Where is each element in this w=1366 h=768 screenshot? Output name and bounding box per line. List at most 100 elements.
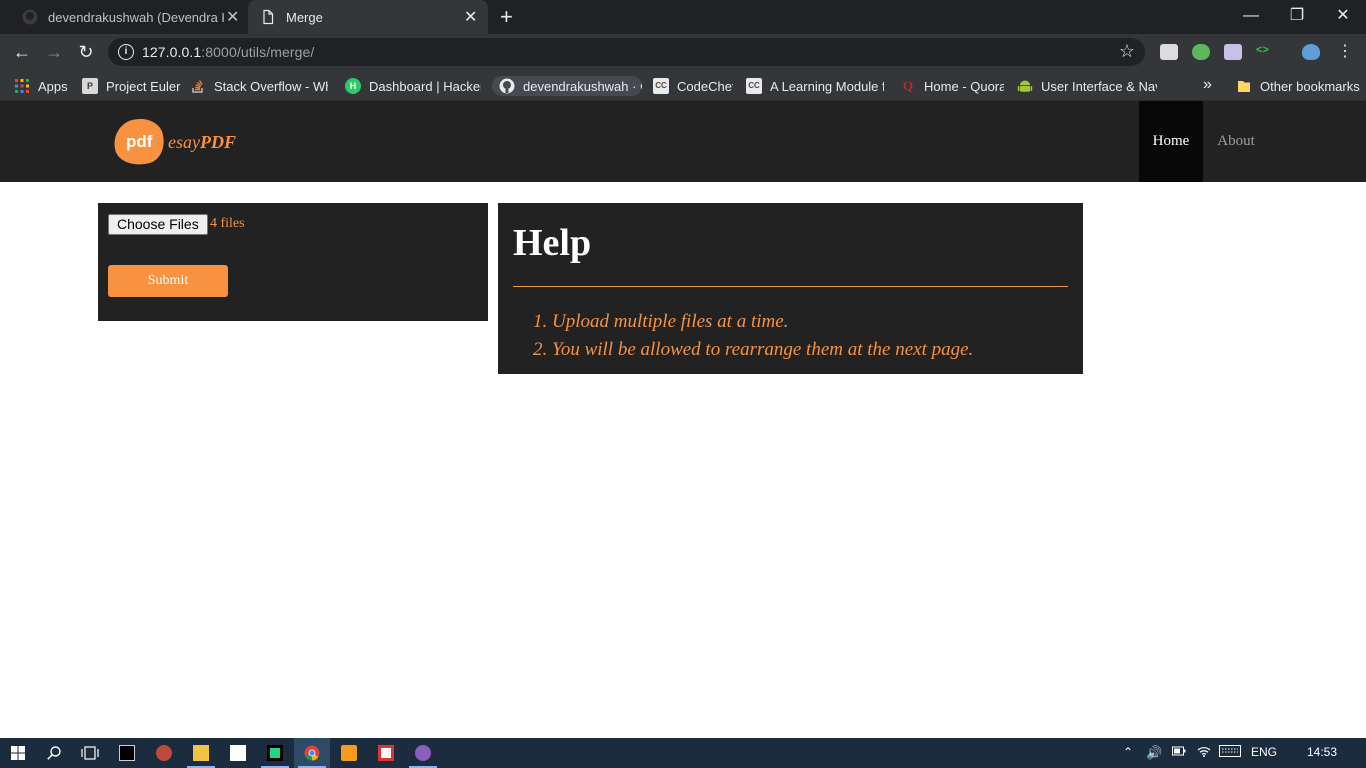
taskbar-app-red[interactable] (368, 738, 404, 768)
taskbar-app-game[interactable] (146, 738, 182, 768)
nav-home-link[interactable]: Home (1139, 101, 1203, 182)
page-icon (260, 9, 276, 25)
tab-github-profile[interactable]: devendrakushwah (Devendra Kus ✕ (0, 0, 248, 34)
new-tab-button[interactable]: + (500, 4, 513, 30)
info-icon[interactable]: i (118, 44, 134, 60)
bookmark-label: User Interface & Navi (1041, 78, 1157, 94)
help-divider (513, 286, 1068, 287)
restore-button[interactable]: ❐ (1274, 2, 1320, 30)
bookmark-label: CodeChef (677, 78, 733, 94)
submit-button[interactable]: Submit (108, 265, 228, 297)
windows-taskbar: ⌃ 🔊 ENG 14:53 (0, 738, 1366, 768)
close-window-button[interactable]: ✕ (1320, 2, 1366, 30)
taskbar-app-purple[interactable] (405, 738, 441, 768)
bookmark-label: Home - Quora (924, 78, 1004, 94)
windows-start-button[interactable] (0, 738, 36, 768)
taskbar-cmd[interactable] (109, 738, 145, 768)
search-icon (47, 746, 61, 760)
search-button[interactable] (36, 738, 72, 768)
red-app-icon (378, 745, 394, 761)
tray-chevron-up-icon[interactable]: ⌃ (1123, 745, 1133, 759)
other-bookmarks-folder[interactable]: Other bookmarks (1236, 76, 1362, 96)
upload-form-panel: Choose Files 4 files Submit (98, 203, 488, 321)
bookmarks-bar: Apps P Project Euler Stack Overflow - Wh… (0, 70, 1366, 101)
url-text[interactable]: 127.0.0.1:8000/utils/merge/ (142, 44, 314, 60)
bookmark-github[interactable]: devendrakushwah · G (492, 76, 642, 96)
selected-file-count: 4 files (210, 216, 245, 231)
wifi-icon[interactable] (1197, 745, 1211, 760)
taskbar-chrome[interactable] (294, 738, 330, 768)
terminal-icon (119, 745, 135, 761)
github-icon (22, 9, 38, 25)
bookmark-quora[interactable]: Q Home - Quora (900, 76, 1004, 96)
logo-badge-text: pdf (125, 132, 153, 151)
bookmark-android-ui[interactable]: User Interface & Navi (1017, 76, 1157, 96)
taskbar-file-explorer[interactable] (183, 738, 219, 768)
help-item: 1. Upload multiple files at a time. (533, 311, 789, 332)
extension-cube-icon[interactable] (1160, 44, 1178, 60)
bookmark-learning-module[interactable]: CC A Learning Module fo (746, 76, 884, 96)
tab-title: devendrakushwah (Devendra Kus (48, 9, 224, 25)
logo-name-bold: PDF (199, 131, 236, 152)
more-bookmarks-chevron-icon[interactable]: » (1203, 76, 1212, 94)
tab-merge[interactable]: Merge ✕ (248, 0, 488, 34)
github-icon (499, 78, 515, 94)
task-view-icon (81, 746, 99, 760)
pdf-logo-icon: pdf (109, 113, 169, 171)
quora-icon: Q (902, 78, 914, 93)
keyboard-icon[interactable] (1219, 745, 1241, 760)
bookmark-label: Other bookmarks (1260, 78, 1360, 94)
bookmark-star-icon[interactable]: ☆ (1119, 41, 1135, 62)
bookmark-project-euler[interactable]: P Project Euler (82, 76, 182, 96)
language-indicator[interactable]: ENG (1251, 745, 1277, 759)
browser-tab-strip: devendrakushwah (Devendra Kus ✕ Merge ✕ … (0, 0, 1366, 34)
taskbar-sublime[interactable] (331, 738, 367, 768)
taskbar-pycharm[interactable] (257, 738, 293, 768)
profile-avatar-icon[interactable] (1302, 44, 1320, 60)
url-path: :8000/utils/merge/ (201, 44, 315, 60)
taskbar-store[interactable] (220, 738, 256, 768)
stackoverflow-icon (190, 78, 206, 94)
bookmark-label: devendrakushwah · G (523, 78, 642, 94)
close-tab-icon[interactable]: ✕ (464, 7, 477, 27)
extension-pdf-icon[interactable] (1224, 44, 1242, 60)
reload-button[interactable]: ↻ (74, 40, 98, 64)
clock-time[interactable]: 14:53 (1307, 745, 1337, 759)
minimize-button[interactable]: — (1228, 2, 1274, 30)
battery-icon[interactable] (1172, 745, 1186, 759)
close-tab-icon[interactable]: ✕ (226, 7, 239, 27)
chrome-menu-icon[interactable]: ⋮ (1333, 40, 1357, 64)
task-view-button[interactable] (72, 738, 108, 768)
extension-code-icon[interactable]: <> (1256, 44, 1274, 60)
windows-logo-icon (11, 746, 25, 760)
apps-grid-icon (14, 78, 30, 94)
android-icon (1017, 78, 1033, 94)
bookmark-label: Stack Overflow - Whe (214, 78, 328, 94)
tab-title: Merge (286, 9, 323, 25)
store-icon (230, 745, 246, 761)
extension-js-icon[interactable] (1192, 44, 1210, 60)
project-euler-icon: P (82, 78, 98, 94)
sublime-text-icon (341, 745, 357, 761)
volume-icon[interactable]: 🔊 (1146, 745, 1162, 761)
bookmark-hackerrank[interactable]: H Dashboard | HackerR (345, 76, 481, 96)
help-title: Help (513, 222, 592, 264)
choose-files-button[interactable]: Choose Files (108, 214, 208, 235)
purple-app-icon (415, 745, 431, 761)
address-bar[interactable]: i 127.0.0.1:8000/utils/merge/ ☆ (108, 38, 1145, 66)
site-navbar: pdf esayPDF Home About (0, 101, 1366, 182)
site-logo[interactable]: pdf esayPDF (109, 113, 236, 171)
folder-icon (1236, 78, 1252, 94)
hackerrank-icon: H (345, 78, 361, 94)
game-app-icon (156, 745, 172, 761)
bookmark-stackoverflow[interactable]: Stack Overflow - Whe (190, 76, 328, 96)
back-button[interactable]: ← (10, 40, 34, 64)
browser-toolbar: ← → ↻ i 127.0.0.1:8000/utils/merge/ ☆ <>… (0, 34, 1366, 70)
help-list: 1. Upload multiple files at a time. 2. Y… (533, 308, 973, 364)
codechef-icon: CC (653, 78, 669, 94)
learning-module-icon: CC (746, 78, 762, 94)
bookmark-codechef[interactable]: CC CodeChef (653, 76, 733, 96)
bookmark-apps[interactable]: Apps (14, 76, 74, 96)
forward-button[interactable]: → (42, 40, 66, 64)
nav-about-link[interactable]: About (1203, 101, 1269, 182)
